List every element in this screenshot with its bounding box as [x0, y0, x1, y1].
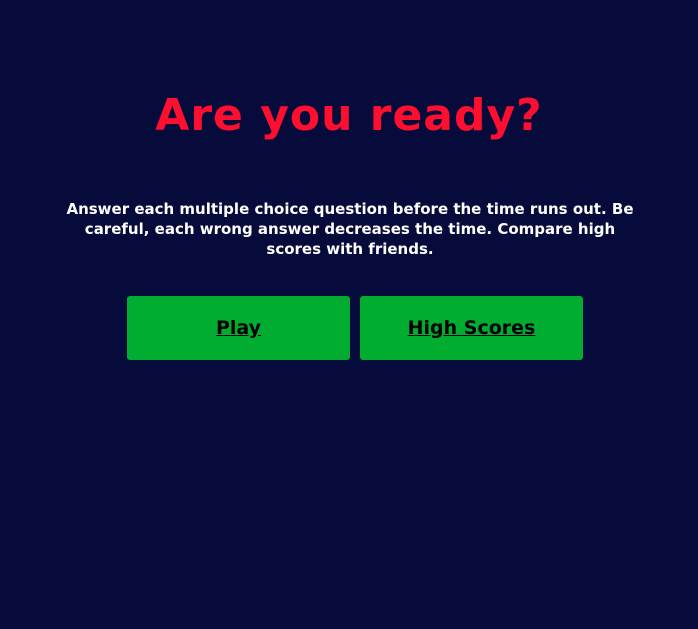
- high-scores-button[interactable]: High Scores: [360, 296, 583, 360]
- page-title: Are you ready?: [155, 90, 543, 141]
- start-screen: Are you ready? Answer each multiple choi…: [0, 0, 698, 629]
- instructions-text: Answer each multiple choice question bef…: [66, 200, 634, 258]
- play-button[interactable]: Play: [127, 296, 350, 360]
